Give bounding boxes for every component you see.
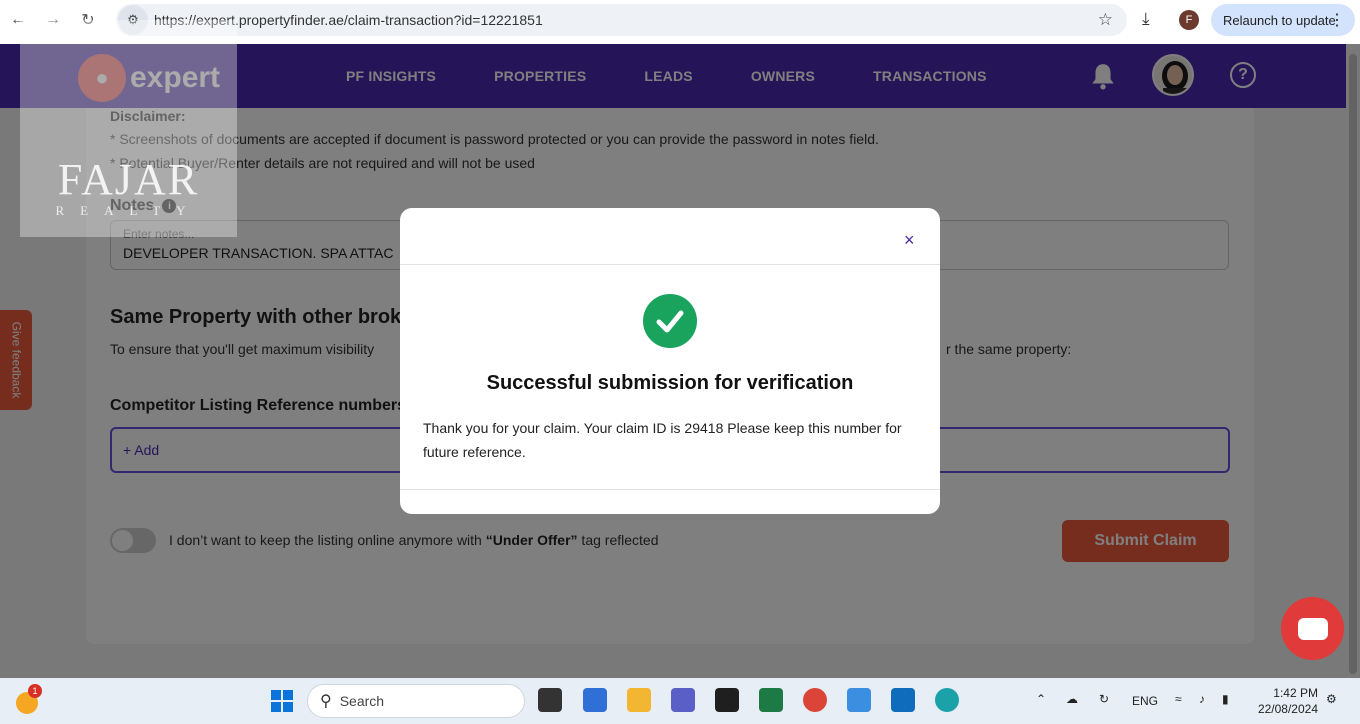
volume-icon[interactable]: ♪ <box>1199 692 1205 706</box>
system-clock[interactable]: 1:42 PM 22/08/2024 <box>1254 685 1318 717</box>
taskbar-search[interactable]: ⚲ Search <box>307 684 525 718</box>
chat-support-button[interactable] <box>1281 597 1344 660</box>
relaunch-button[interactable]: Relaunch to update ⋮ <box>1211 4 1355 36</box>
onedrive-icon[interactable]: ☁ <box>1066 692 1078 706</box>
search-icon: ⚲ <box>320 693 332 710</box>
outlook-icon[interactable] <box>891 688 915 712</box>
close-icon[interactable]: × <box>904 230 915 251</box>
chat-icon <box>1297 617 1328 640</box>
bookmark-star-icon[interactable]: ☆ <box>1098 10 1113 30</box>
more-menu-icon[interactable]: ⋮ <box>1329 10 1345 30</box>
notepad-icon[interactable] <box>583 688 607 712</box>
windows-taskbar: 1 ⚲ Search ⌃ ☁ ↻ ENG ≈ ♪ ▮ 1:42 PM 22/08… <box>0 678 1360 724</box>
address-bar[interactable]: ⚙ https://expert.propertyfinder.ae/claim… <box>116 4 1127 36</box>
download-icon[interactable]: ⤓ <box>1142 9 1150 29</box>
fajar-realty-watermark: FAJAR REALTY <box>20 20 237 237</box>
photos-icon[interactable] <box>847 688 871 712</box>
notification-badge: 1 <box>28 684 42 698</box>
relaunch-label: Relaunch to update <box>1223 12 1336 28</box>
watermark-title: FAJAR <box>57 155 200 204</box>
clock-time: 1:42 PM <box>1273 686 1318 700</box>
modal-divider <box>400 489 940 490</box>
modal-title: Successful submission for verification <box>486 372 854 394</box>
show-hidden-icons-icon[interactable]: ⌃ <box>1036 692 1046 706</box>
task-view-icon[interactable] <box>538 688 562 712</box>
wifi-icon[interactable]: ≈ <box>1175 692 1182 706</box>
sticky-notes-icon[interactable] <box>715 688 739 712</box>
profile-avatar[interactable]: F <box>1179 10 1199 30</box>
modal-divider <box>400 264 940 265</box>
chrome-icon[interactable] <box>803 688 827 712</box>
windows-start-icon[interactable] <box>271 690 293 712</box>
sync-icon[interactable]: ↻ <box>1099 692 1109 706</box>
file-explorer-icon[interactable] <box>627 688 651 712</box>
watermark-subtitle: REALTY <box>55 203 202 218</box>
clock-date: 22/08/2024 <box>1257 702 1318 716</box>
notification-center-icon[interactable]: ⚙ <box>1326 692 1337 706</box>
edge-icon[interactable] <box>935 688 959 712</box>
language-indicator[interactable]: ENG <box>1132 694 1158 708</box>
teams-icon[interactable] <box>671 688 695 712</box>
excel-icon[interactable] <box>759 688 783 712</box>
success-modal: × Successful submission for verification… <box>400 208 940 514</box>
success-check-icon <box>643 294 697 348</box>
search-label: Search <box>339 693 385 709</box>
modal-message: Thank you for your claim. Your claim ID … <box>423 420 902 460</box>
weather-widget[interactable]: 1 <box>14 684 42 714</box>
battery-icon[interactable]: ▮ <box>1222 692 1229 706</box>
